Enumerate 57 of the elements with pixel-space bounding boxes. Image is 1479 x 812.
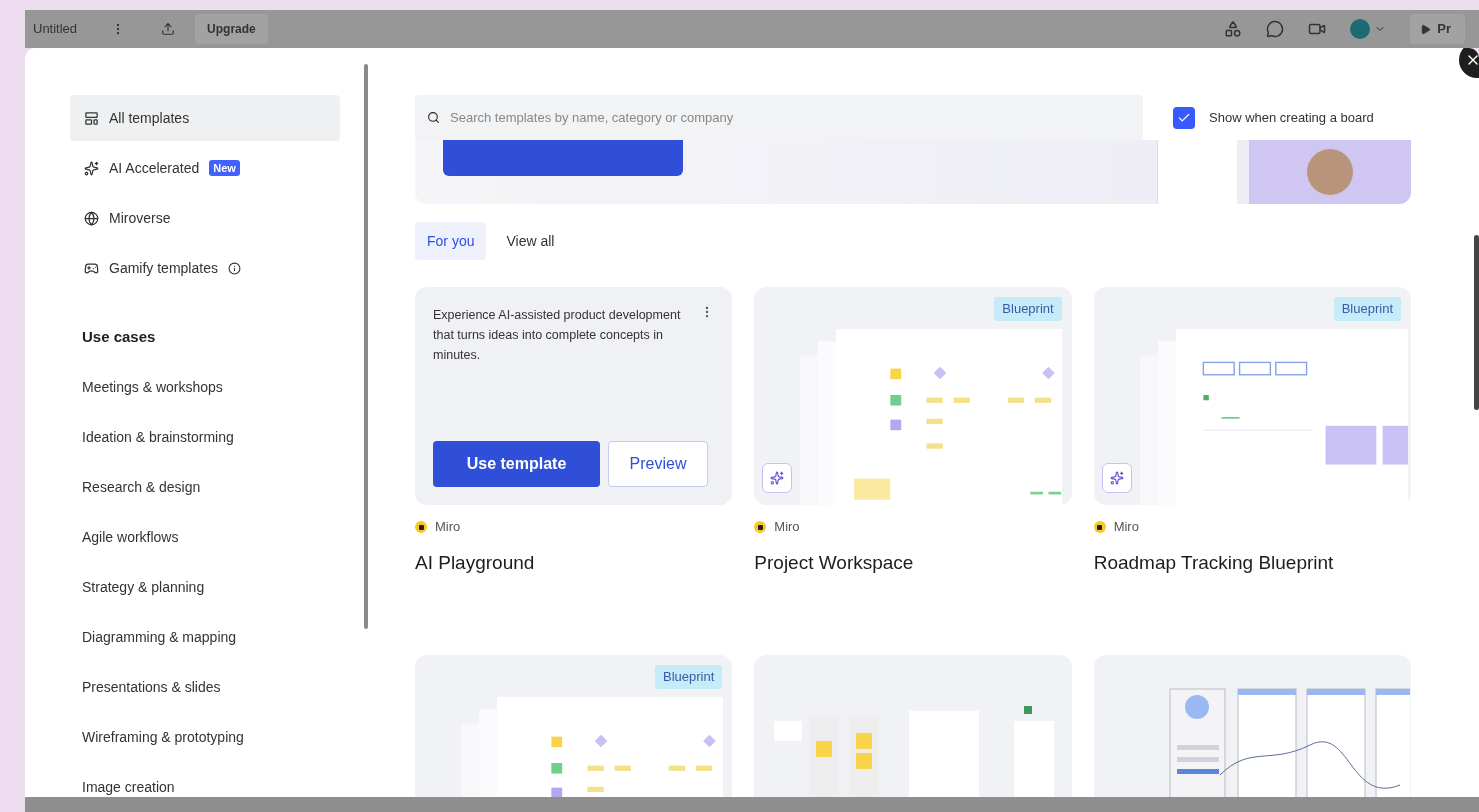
checkbox-label: Show when creating a board (1209, 108, 1374, 127)
globe-icon (84, 210, 99, 226)
play-icon (1420, 23, 1432, 35)
use-case-link[interactable]: Presentations & slides (70, 664, 340, 710)
main-scrollbar[interactable] (1474, 235, 1479, 410)
use-case-link[interactable]: Meetings & workshops (70, 364, 340, 410)
checkbox[interactable] (1173, 106, 1195, 129)
blueprint-tag: Blueprint (1333, 297, 1401, 321)
preview-button[interactable]: Preview (608, 441, 708, 487)
new-badge: New (209, 159, 240, 177)
filter-tab[interactable]: View all (494, 222, 567, 260)
template-title[interactable]: Roadmap Tracking Blueprint (1093, 549, 1411, 575)
template-preview[interactable]: Blueprint (415, 655, 733, 797)
info-icon[interactable] (227, 261, 241, 275)
use-case-link[interactable]: Wireframing & prototyping (70, 714, 340, 760)
search-field[interactable]: Search templates by name, category or company (415, 95, 1143, 140)
use-case-link[interactable]: Diagramming & mapping (70, 614, 340, 660)
use-case-link[interactable]: Strategy & planning (70, 564, 340, 610)
template-preview[interactable]: Blueprint (1093, 287, 1411, 505)
template-description: Experience AI-assisted product development that turns ideas into complete concepts in minutes. (433, 307, 682, 364)
creator-name: Miro (435, 518, 461, 537)
search-input[interactable]: Search templates by name, category or company (450, 107, 1131, 128)
template-title[interactable]: AI Playground (415, 549, 733, 575)
use-template-button[interactable]: Use template (433, 441, 600, 487)
search-icon (427, 111, 440, 124)
layout-icon (84, 110, 99, 126)
sidebar-item[interactable]: Miroverse (70, 195, 340, 241)
section-heading: Use cases (81, 326, 157, 347)
sidebar-item-label: All templates (109, 108, 190, 128)
template-preview[interactable]: Blueprint (754, 287, 1072, 505)
gamepad-icon (84, 260, 99, 276)
sidebar-item-label: AI Accelerated (109, 158, 200, 178)
blueprint-tag: Blueprint (655, 665, 723, 689)
upload-icon[interactable] (161, 22, 176, 36)
template-title[interactable]: Project Workspace (754, 549, 1072, 575)
filter-tab[interactable]: For you (415, 222, 487, 260)
sidebar-item[interactable]: AI Accelerated New (70, 145, 340, 191)
present-button[interactable]: Pr (1410, 14, 1465, 44)
upgrade-button[interactable]: Upgrade (195, 14, 268, 44)
sidebar-item[interactable]: Gamify templates (70, 245, 340, 291)
use-case-link[interactable]: Image creation (70, 764, 340, 797)
creator-logo-icon (415, 521, 427, 533)
creator-name: Miro (774, 518, 800, 537)
sparkle-icon (84, 160, 99, 176)
use-case-link[interactable]: Research & design (70, 464, 340, 510)
creator-logo-icon (754, 521, 767, 533)
blueprint-tag: Blueprint (994, 297, 1062, 321)
use-case-link[interactable]: Agile workflows (70, 514, 340, 560)
sidebar-scrollbar[interactable] (364, 64, 368, 629)
creator-logo-icon (1093, 521, 1106, 533)
comment-icon[interactable] (1266, 20, 1285, 38)
sidebar-item[interactable]: All templates (70, 95, 340, 141)
sidebar-item-label: Miroverse (109, 208, 171, 228)
board-title[interactable]: Untitled (33, 19, 78, 39)
use-case-link[interactable]: Ideation & brainstorming (70, 414, 340, 460)
creator-name: Miro (1113, 518, 1139, 537)
sidebar-item-label: Gamify templates (109, 258, 218, 278)
